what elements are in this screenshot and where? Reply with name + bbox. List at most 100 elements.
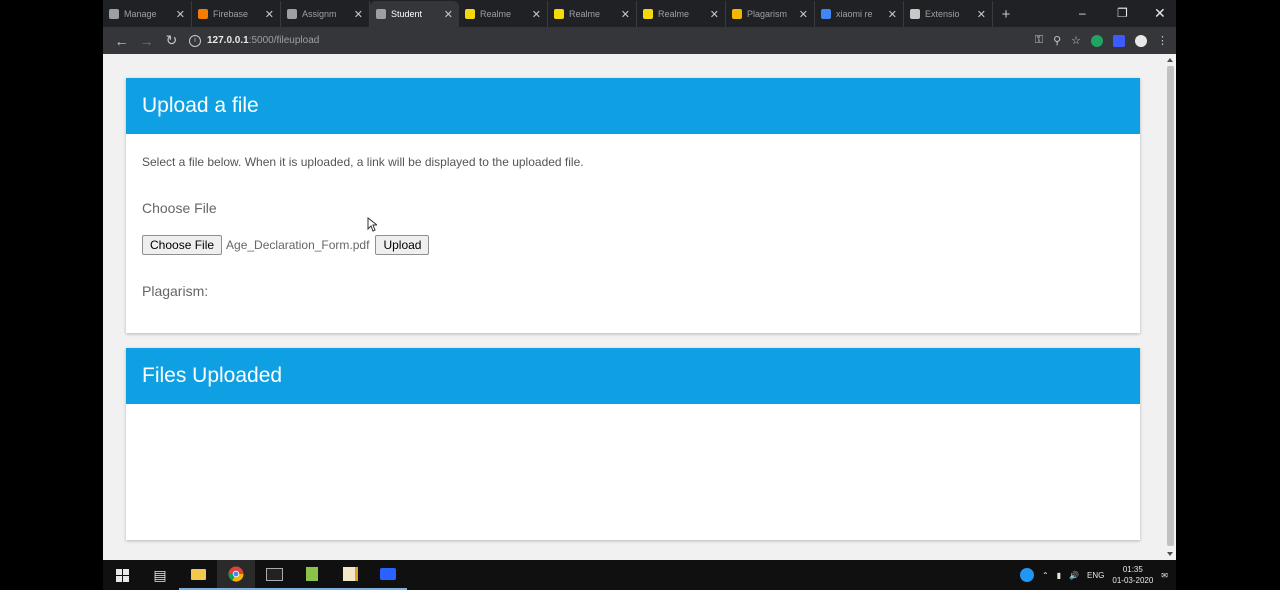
scroll-up-icon[interactable] bbox=[1167, 58, 1173, 62]
tab-close-icon[interactable]: ✕ bbox=[710, 8, 719, 21]
files-list bbox=[126, 404, 1140, 540]
clock-date: 01-03-2020 bbox=[1112, 576, 1154, 585]
files-uploaded-title: Files Uploaded bbox=[126, 348, 1140, 404]
selected-file-name: Age_Declaration_Form.pdf bbox=[226, 238, 370, 252]
task-view-icon[interactable]: ▤ bbox=[141, 560, 179, 590]
tab-label: Realme bbox=[658, 9, 690, 19]
extension-green-icon[interactable] bbox=[1091, 34, 1103, 47]
upload-button[interactable]: Upload bbox=[375, 235, 430, 255]
tab-close-icon[interactable]: ✕ bbox=[532, 8, 541, 21]
tab-strip: Manage ✕ Firebase ✕ Assignm ✕ Student ✕ Realme ✕ R… bbox=[103, 0, 1176, 27]
settings-icon bbox=[109, 9, 119, 19]
bookmark-icon bbox=[732, 9, 742, 19]
notepad-plus-icon[interactable] bbox=[293, 560, 331, 590]
browser-tab[interactable]: Firebase ✕ bbox=[192, 1, 281, 27]
clock-time: 01:35 bbox=[1122, 565, 1143, 574]
key-icon[interactable]: ⚿ bbox=[1035, 34, 1043, 47]
help-icon[interactable] bbox=[1019, 568, 1034, 582]
browser-tab[interactable]: Student ✕ bbox=[370, 1, 459, 27]
browser-toolbar: ← → ↻ i 127.0.0.1:5000/fileupload ⚿ ⚲ ☆ … bbox=[103, 27, 1176, 54]
browser-tab[interactable]: Extensio ✕ bbox=[904, 1, 993, 27]
tab-close-icon[interactable]: ✕ bbox=[977, 8, 986, 21]
page-scrollbar[interactable] bbox=[1165, 54, 1176, 560]
choose-file-label: Choose File bbox=[142, 200, 217, 216]
google-icon bbox=[821, 9, 831, 19]
info-icon[interactable]: i bbox=[189, 34, 201, 47]
tab-close-icon[interactable]: ✕ bbox=[265, 8, 274, 21]
tab-label: Realme bbox=[480, 9, 512, 19]
back-icon[interactable]: ← bbox=[109, 33, 134, 49]
upload-card-title: Upload a file bbox=[126, 78, 1140, 134]
reload-icon[interactable]: ↻ bbox=[159, 32, 184, 49]
tab-label: Manage bbox=[124, 9, 157, 19]
tab-label: Assignm bbox=[302, 9, 337, 19]
tray-expand-icon[interactable]: ⌃ bbox=[1042, 571, 1049, 580]
tab-label: Realme bbox=[569, 9, 601, 19]
clock[interactable]: 01:35 01-03-2020 bbox=[1112, 564, 1153, 586]
upload-description: Select a file below. When it is uploaded… bbox=[142, 155, 584, 169]
plagiarism-label: Plagarism: bbox=[142, 283, 209, 299]
address-bar[interactable]: i 127.0.0.1:5000/fileupload bbox=[189, 31, 974, 50]
minimize-button[interactable]: – bbox=[1079, 0, 1086, 26]
tab-close-icon[interactable]: ✕ bbox=[621, 8, 630, 21]
tab-close-icon[interactable]: ✕ bbox=[799, 8, 808, 21]
forward-icon[interactable]: → bbox=[134, 33, 159, 49]
realme-icon bbox=[643, 9, 653, 19]
windows-start-icon[interactable] bbox=[103, 560, 141, 590]
page-viewport: Upload a file Select a file below. When … bbox=[103, 54, 1165, 560]
browser-tab[interactable]: xiaomi re ✕ bbox=[815, 1, 904, 27]
editor-icon[interactable] bbox=[331, 560, 369, 590]
tab-label: Plagarism bbox=[747, 9, 788, 19]
tab-close-icon[interactable]: ✕ bbox=[354, 8, 363, 21]
star-icon[interactable]: ☆ bbox=[1071, 34, 1081, 47]
scroll-down-icon[interactable] bbox=[1167, 552, 1173, 556]
tab-label: Firebase bbox=[213, 9, 249, 19]
tab-close-icon[interactable]: ✕ bbox=[444, 8, 453, 21]
browser-window: Manage ✕ Firebase ✕ Assignm ✕ Student ✕ Realme ✕ R… bbox=[103, 0, 1176, 560]
browser-tab[interactable]: Manage ✕ bbox=[103, 1, 192, 27]
language-indicator[interactable]: ENG bbox=[1087, 571, 1104, 580]
tab-list: Manage ✕ Firebase ✕ Assignm ✕ Student ✕ Realme ✕ R… bbox=[103, 1, 993, 27]
url-path: :5000/fileupload bbox=[248, 35, 320, 46]
new-tab-button[interactable]: + bbox=[993, 1, 1019, 27]
tab-close-icon[interactable]: ✕ bbox=[176, 8, 185, 21]
windows-taskbar: ▤ ⌃ ▮ 🔊 ENG 01:35 01-03-2020 ✉ bbox=[103, 560, 1176, 590]
globe-icon bbox=[376, 9, 386, 19]
tab-label: Extensio bbox=[925, 9, 960, 19]
browser-tab[interactable]: Assignm ✕ bbox=[281, 1, 370, 27]
zoom-icon[interactable]: ⚲ bbox=[1053, 34, 1061, 47]
file-explorer-icon[interactable] bbox=[179, 560, 217, 590]
chrome-icon[interactable] bbox=[217, 560, 255, 590]
realme-icon bbox=[554, 9, 564, 19]
notification-icon[interactable]: ✉ bbox=[1161, 571, 1168, 580]
upload-card: Upload a file Select a file below. When … bbox=[126, 78, 1140, 333]
tab-label: xiaomi re bbox=[836, 9, 873, 19]
battery-icon[interactable]: ▮ bbox=[1057, 571, 1061, 580]
puzzle-icon bbox=[910, 9, 920, 19]
realme-icon bbox=[465, 9, 475, 19]
toolbar-icons: ⚿ ⚲ ☆ ⋮ bbox=[1035, 27, 1168, 54]
terminal-icon[interactable] bbox=[255, 560, 293, 590]
maximize-button[interactable]: ❐ bbox=[1117, 0, 1128, 26]
screen-recorder-icon[interactable] bbox=[369, 560, 407, 590]
close-window-button[interactable]: ✕ bbox=[1154, 0, 1166, 26]
system-tray: ⌃ ▮ 🔊 ENG 01:35 01-03-2020 ✉ bbox=[1019, 560, 1168, 590]
extension-blue-icon[interactable] bbox=[1113, 34, 1125, 47]
volume-icon[interactable]: 🔊 bbox=[1069, 571, 1079, 580]
tab-close-icon[interactable]: ✕ bbox=[888, 8, 897, 21]
files-uploaded-card: Files Uploaded bbox=[126, 348, 1140, 540]
browser-tab[interactable]: Realme ✕ bbox=[459, 1, 548, 27]
mouse-cursor-icon bbox=[367, 217, 377, 232]
scrollbar-thumb[interactable] bbox=[1167, 66, 1174, 546]
choose-file-button[interactable]: Choose File bbox=[142, 235, 223, 255]
firebase-icon bbox=[198, 9, 208, 19]
profile-avatar-icon[interactable] bbox=[1135, 34, 1147, 47]
browser-tab[interactable]: Realme ✕ bbox=[548, 1, 637, 27]
globe-icon bbox=[287, 9, 297, 19]
menu-icon[interactable]: ⋮ bbox=[1157, 34, 1168, 47]
url-host: 127.0.0.1 bbox=[207, 35, 249, 46]
browser-tab[interactable]: Plagarism ✕ bbox=[726, 1, 815, 27]
file-input-row: Choose File Age_Declaration_Form.pdf Upl… bbox=[142, 235, 430, 255]
browser-tab[interactable]: Realme ✕ bbox=[637, 1, 726, 27]
tab-label: Student bbox=[391, 9, 423, 19]
